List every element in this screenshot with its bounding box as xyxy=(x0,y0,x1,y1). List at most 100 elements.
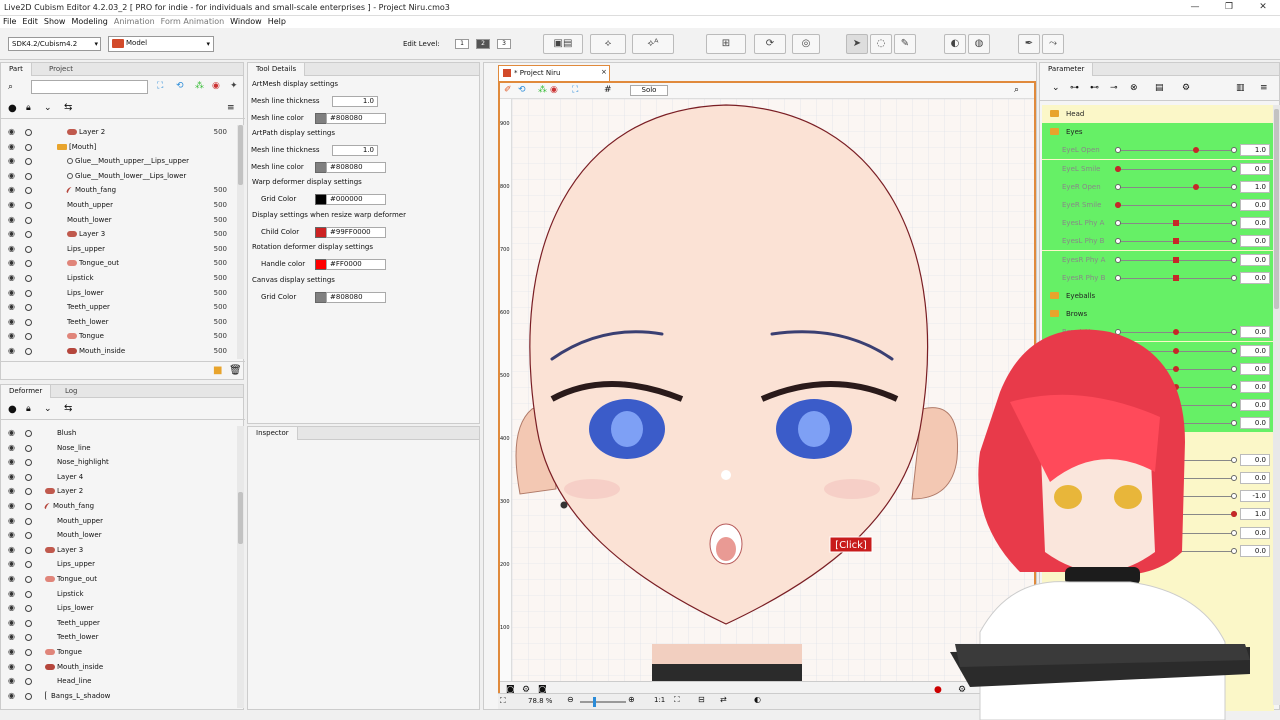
slider-max-key[interactable] xyxy=(1231,202,1237,208)
link-icon[interactable]: ⟲ xyxy=(518,85,526,95)
lock-toggle-icon[interactable] xyxy=(25,231,32,239)
lock-toggle-icon[interactable] xyxy=(25,172,32,180)
menu-help[interactable]: Help xyxy=(265,16,289,28)
deformer-row[interactable]: ◉ Lipstick xyxy=(1,587,237,602)
color-hex-input[interactable]: #808080 xyxy=(326,112,386,124)
lock-toggle-icon[interactable] xyxy=(25,158,32,166)
deformer-row[interactable]: ◉ Mouth_fang xyxy=(1,499,237,514)
deformer-row[interactable]: ◉ Head_line xyxy=(1,674,237,689)
expand-icon[interactable]: ⛶ xyxy=(572,85,578,95)
lock-toggle-icon[interactable] xyxy=(25,333,32,341)
menu-form-animation[interactable]: Form Animation xyxy=(158,16,227,28)
eye-icon[interactable]: ◉ xyxy=(8,557,15,572)
minimize-icon[interactable]: — xyxy=(1178,0,1212,16)
eye-icon[interactable]: ◉ xyxy=(8,426,15,441)
deformer-scroll-thumb[interactable] xyxy=(238,492,243,544)
eye-icon[interactable]: ◉ xyxy=(8,213,15,228)
parameter-value[interactable]: 0.0 xyxy=(1240,253,1270,266)
eye-icon[interactable]: ◉ xyxy=(8,198,15,213)
parameter-group[interactable]: Head xyxy=(1042,105,1274,123)
edit-level-1[interactable]: 1 xyxy=(455,39,469,49)
slider-min-key[interactable] xyxy=(1115,256,1121,263)
parameter-value[interactable]: 0.0 xyxy=(1240,217,1270,230)
slider-min-key[interactable] xyxy=(1115,183,1121,190)
slider-min-key[interactable] xyxy=(1115,238,1121,245)
mesh-edit-button[interactable]: ⟡ xyxy=(590,34,626,54)
eye-icon[interactable]: ◉ xyxy=(8,286,15,301)
hamburger-icon[interactable]: ≡ xyxy=(1260,83,1268,93)
fit-to-window-icon[interactable]: ⛶ xyxy=(674,695,680,705)
eye-icon[interactable]: ● xyxy=(8,103,17,114)
chevron-down-icon[interactable]: ⌄ xyxy=(1052,83,1060,93)
pen-icon[interactable]: ✐ xyxy=(504,85,512,95)
deformer-row[interactable]: ◉ Layer 4 xyxy=(1,470,237,485)
view-tool-icon[interactable]: ◐ xyxy=(944,34,966,54)
deformer-row[interactable]: ◉ Layer 2 xyxy=(1,484,237,499)
lock-toggle-icon[interactable] xyxy=(25,678,32,686)
part-row[interactable]: ◉ Lipstick 500 xyxy=(1,271,237,286)
rotation-deformer-button[interactable]: ⟳ xyxy=(754,34,786,54)
path-tool-icon[interactable]: ⤳ xyxy=(1042,34,1064,54)
part-row[interactable]: ◉ Mouth_fang 500 xyxy=(1,183,237,198)
slider-max-key[interactable] xyxy=(1231,238,1237,245)
eye-icon[interactable]: ◉ xyxy=(8,689,15,704)
key-link-icon[interactable]: ⊗ xyxy=(1130,83,1138,93)
eye-icon[interactable]: ◉ xyxy=(8,630,15,645)
slider-handle[interactable] xyxy=(1115,202,1121,208)
fit-icon[interactable]: ⛶ xyxy=(500,696,506,706)
lock-toggle-icon[interactable] xyxy=(25,561,32,569)
slider-max-key[interactable] xyxy=(1231,256,1237,263)
part-row[interactable]: ◉ Mouth_upper 500 xyxy=(1,198,237,213)
part-scroll-thumb[interactable] xyxy=(238,125,243,185)
eye-icon[interactable]: ◉ xyxy=(8,344,15,359)
lock-toggle-icon[interactable] xyxy=(25,187,32,195)
parameter-slider[interactable] xyxy=(1118,186,1234,188)
lasso-tool-icon[interactable]: ◌ xyxy=(870,34,892,54)
parameter-value[interactable]: 0.0 xyxy=(1240,235,1270,248)
physics-icon[interactable]: ◉ xyxy=(550,85,558,95)
part-row[interactable]: ◉ Tongue 500 xyxy=(1,329,237,344)
slider-max-key[interactable] xyxy=(1231,183,1237,190)
slider-handle[interactable] xyxy=(1115,165,1121,172)
eye-icon[interactable]: ◉ xyxy=(8,514,15,529)
parameter-row[interactable]: EyesR Phy B 0.0 xyxy=(1042,268,1274,287)
parameter-slider[interactable] xyxy=(1118,168,1234,170)
lock-toggle-icon[interactable] xyxy=(25,459,32,467)
part-row[interactable]: ◉ Layer 3 500 xyxy=(1,227,237,242)
parameter-row[interactable]: EyeR Open 1.0 xyxy=(1042,177,1274,196)
thickness-input[interactable]: 1.0 xyxy=(332,96,378,107)
zoom-value[interactable]: 78.8 % xyxy=(528,696,556,707)
part-row[interactable]: ◉ Glue__Mouth_upper__Lips_upper xyxy=(1,154,237,169)
eye-icon[interactable]: ◉ xyxy=(8,572,15,587)
lock-toggle-icon[interactable] xyxy=(25,348,32,355)
brush-tool-icon[interactable]: ✎ xyxy=(894,34,916,54)
new-folder-icon[interactable]: ■ xyxy=(213,365,222,376)
deformer-row[interactable]: ◉ Blush xyxy=(1,426,237,441)
eye-icon[interactable]: ◉ xyxy=(8,499,15,514)
part-row[interactable]: ◉ Lips_upper 500 xyxy=(1,242,237,257)
part-row[interactable]: ◉ Teeth_lower 500 xyxy=(1,315,237,330)
zoom-slider-handle[interactable] xyxy=(593,697,596,707)
slider-min-key[interactable] xyxy=(1115,147,1121,154)
lock-toggle-icon[interactable] xyxy=(25,619,32,627)
slider-max-key[interactable] xyxy=(1231,147,1237,154)
pin-icon[interactable]: ✦ xyxy=(230,81,238,91)
eye-icon[interactable]: ◉ xyxy=(8,616,15,631)
eye-icon[interactable]: ◉ xyxy=(8,256,15,271)
eye-icon[interactable]: ◉ xyxy=(8,329,15,344)
part-scrollbar[interactable] xyxy=(237,125,244,359)
hamburger-icon[interactable]: ≡ xyxy=(227,103,235,113)
chevron-down-icon[interactable]: ⌄ xyxy=(44,103,52,113)
parameter-row[interactable]: EyesR Phy A 0.0 xyxy=(1042,250,1274,269)
deformer-row[interactable]: ◉ Nose_highlight xyxy=(1,455,237,470)
delete-icon[interactable]: 🗑︎ xyxy=(229,365,242,376)
eye-icon[interactable]: ◉ xyxy=(8,455,15,470)
lock-toggle-icon[interactable] xyxy=(25,289,32,297)
zoom-in-icon[interactable]: ⊕ xyxy=(628,695,635,704)
menu-show[interactable]: Show xyxy=(41,16,69,28)
lock-toggle-icon[interactable] xyxy=(25,605,32,613)
parameter-row[interactable]: EyeL Open 1.0 xyxy=(1042,141,1274,160)
settings-icon[interactable]: ⚙ xyxy=(1182,83,1190,93)
toggle-icon[interactable]: ◐ xyxy=(754,695,761,704)
parameter-value[interactable]: 0.0 xyxy=(1240,271,1270,284)
